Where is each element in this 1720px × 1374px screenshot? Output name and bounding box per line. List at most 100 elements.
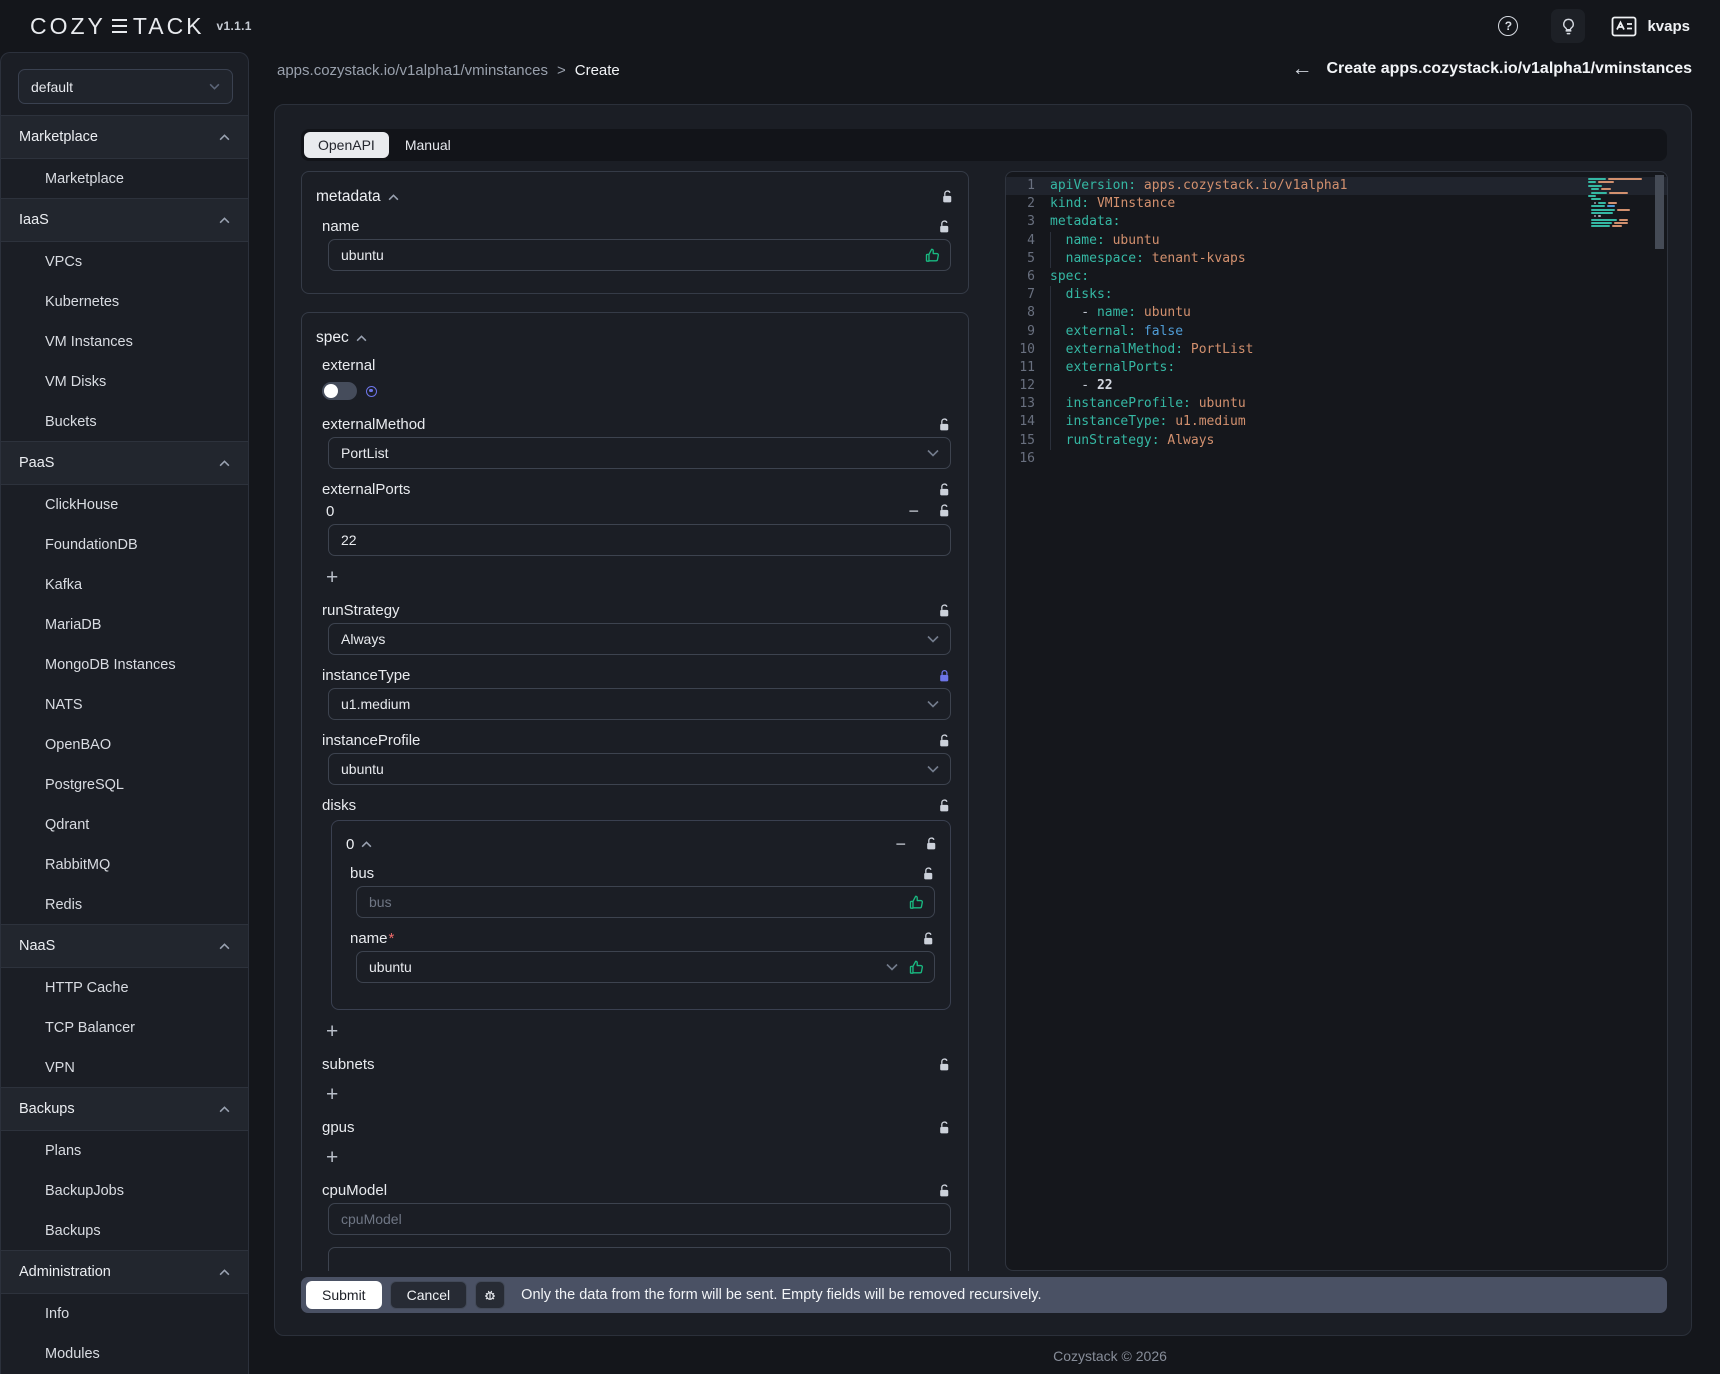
editor-line[interactable]: 5 namespace: tenant-kvaps — [1006, 250, 1667, 268]
breadcrumb-link[interactable]: apps.cozystack.io/v1alpha1/vminstances — [277, 62, 548, 79]
unlock-icon[interactable] — [938, 504, 951, 518]
bus-input[interactable]: bus — [356, 886, 935, 918]
sidebar-item-postgresql[interactable]: PostgreSQL — [1, 765, 248, 805]
editor-line[interactable]: 3 metadata: — [1006, 213, 1667, 231]
sidebar-section-paas[interactable]: PaaS — [1, 441, 248, 485]
sidebar-section-iaas[interactable]: IaaS — [1, 198, 248, 242]
user-menu[interactable]: kvaps — [1611, 16, 1690, 37]
external-toggle[interactable] — [322, 382, 357, 400]
editor-line[interactable]: 6 spec: — [1006, 268, 1667, 286]
editor-line[interactable]: 10 externalMethod: PortList — [1006, 341, 1667, 359]
unlock-icon[interactable] — [938, 418, 951, 432]
sidebar-item-buckets[interactable]: Buckets — [1, 402, 248, 442]
sidebar-section-backups[interactable]: Backups — [1, 1087, 248, 1131]
default-indicator-icon[interactable] — [366, 386, 377, 397]
unlock-icon[interactable] — [922, 932, 935, 946]
sidebar-item-modules[interactable]: Modules — [1, 1334, 248, 1374]
disk-name-select[interactable]: ubuntu — [356, 951, 935, 983]
editor-line[interactable]: 9 external: false — [1006, 323, 1667, 341]
unlock-icon[interactable] — [922, 867, 935, 881]
sidebar-item-vm-disks[interactable]: VM Disks — [1, 362, 248, 402]
unlock-icon[interactable] — [938, 1058, 951, 1072]
sidebar-item-nats[interactable]: NATS — [1, 685, 248, 725]
collapse-chevron-icon[interactable] — [388, 194, 399, 201]
theme-lightbulb-icon[interactable] — [1551, 9, 1585, 43]
sidebar-item-http-cache[interactable]: HTTP Cache — [1, 968, 248, 1008]
sidebar-item-tcp-balancer[interactable]: TCP Balancer — [1, 1008, 248, 1048]
editor-scrollbar[interactable] — [1655, 175, 1664, 249]
sidebar-item-mariadb[interactable]: MariaDB — [1, 605, 248, 645]
editor-lines[interactable]: 1 apiVersion: apps.cozystack.io/v1alpha1… — [1006, 172, 1667, 468]
sidebar-item-rabbitmq[interactable]: RabbitMQ — [1, 845, 248, 885]
sidebar-section-naas[interactable]: NaaS — [1, 924, 248, 968]
add-port-button[interactable]: + — [326, 566, 346, 590]
sidebar-item-clickhouse[interactable]: ClickHouse — [1, 485, 248, 525]
sidebar-item-backupjobs[interactable]: BackupJobs — [1, 1171, 248, 1211]
tab-openapi[interactable]: OpenAPI — [304, 132, 389, 158]
editor-line[interactable]: 8 - name: ubuntu — [1006, 304, 1667, 322]
sidebar-item-redis[interactable]: Redis — [1, 885, 248, 925]
sidebar-item-qdrant[interactable]: Qdrant — [1, 805, 248, 845]
cpuModel-input[interactable]: cpuModel — [328, 1203, 951, 1235]
editor-line[interactable]: 16 — [1006, 450, 1667, 468]
unlock-icon[interactable] — [941, 190, 954, 204]
instanceType-select[interactable]: u1.medium — [328, 688, 951, 720]
sidebar-item-vpn[interactable]: VPN — [1, 1048, 248, 1088]
editor-line[interactable]: 14 instanceType: u1.medium — [1006, 413, 1667, 431]
help-icon[interactable]: ? — [1491, 9, 1525, 43]
unlock-icon[interactable] — [938, 799, 951, 813]
thumbs-up-icon[interactable] — [924, 247, 941, 264]
editor-line[interactable]: 12 - 22 — [1006, 377, 1667, 395]
unlock-icon[interactable] — [925, 837, 938, 851]
editor-line[interactable]: 13 instanceProfile: ubuntu — [1006, 395, 1667, 413]
editor-line[interactable]: 4 name: ubuntu — [1006, 232, 1667, 250]
editor-line[interactable]: 11 externalPorts: — [1006, 359, 1667, 377]
collapse-chevron-icon[interactable] — [356, 335, 367, 342]
editor-minimap[interactable] — [1588, 178, 1650, 232]
sidebar-item-vpcs[interactable]: VPCs — [1, 242, 248, 282]
externalMethod-select[interactable]: PortList — [328, 437, 951, 469]
editor-line[interactable]: 1 apiVersion: apps.cozystack.io/v1alpha1 — [1006, 177, 1667, 195]
thumbs-up-icon[interactable] — [908, 894, 925, 911]
editor-line[interactable]: 2 kind: VMInstance — [1006, 195, 1667, 213]
back-arrow-icon[interactable]: ← — [1291, 58, 1312, 79]
debug-button[interactable] — [475, 1281, 505, 1309]
add-subnet-button[interactable]: + — [326, 1083, 346, 1107]
sidebar-section-marketplace[interactable]: Marketplace — [1, 115, 248, 159]
sidebar-item-foundationdb[interactable]: FoundationDB — [1, 525, 248, 565]
cancel-button[interactable]: Cancel — [390, 1281, 468, 1309]
remove-item-icon[interactable]: − — [908, 502, 919, 520]
sidebar-item-backups[interactable]: Backups — [1, 1211, 248, 1251]
unlock-icon[interactable] — [938, 734, 951, 748]
add-disk-button[interactable]: + — [326, 1020, 346, 1044]
add-gpu-button[interactable]: + — [326, 1146, 346, 1170]
next-field-input-clipped[interactable] — [328, 1247, 951, 1271]
remove-item-icon[interactable]: − — [895, 835, 906, 853]
lock-icon[interactable] — [938, 669, 951, 683]
editor-line[interactable]: 7 disks: — [1006, 286, 1667, 304]
namespace-select[interactable]: default — [18, 69, 233, 104]
editor-line[interactable]: 15 runStrategy: Always — [1006, 432, 1667, 450]
sidebar-item-mongodb-instances[interactable]: MongoDB Instances — [1, 645, 248, 685]
instanceProfile-select[interactable]: ubuntu — [328, 753, 951, 785]
sidebar-item-openbao[interactable]: OpenBAO — [1, 725, 248, 765]
sidebar-item-vm-instances[interactable]: VM Instances — [1, 322, 248, 362]
sidebar-item-kafka[interactable]: Kafka — [1, 565, 248, 605]
runStrategy-select[interactable]: Always — [328, 623, 951, 655]
tab-manual[interactable]: Manual — [391, 132, 465, 158]
submit-button[interactable]: Submit — [306, 1281, 382, 1309]
name-input[interactable]: ubuntu — [328, 239, 951, 271]
sidebar-item-info[interactable]: Info — [1, 1294, 248, 1334]
collapse-chevron-icon[interactable] — [361, 841, 372, 848]
yaml-editor[interactable]: 1 apiVersion: apps.cozystack.io/v1alpha1… — [1005, 171, 1668, 1271]
sidebar-item-kubernetes[interactable]: Kubernetes — [1, 282, 248, 322]
unlock-icon[interactable] — [938, 1121, 951, 1135]
port-input[interactable]: 22 — [328, 524, 951, 556]
sidebar-item-plans[interactable]: Plans — [1, 1131, 248, 1171]
unlock-icon[interactable] — [938, 483, 951, 497]
unlock-icon[interactable] — [938, 220, 951, 234]
unlock-icon[interactable] — [938, 604, 951, 618]
sidebar-item-marketplace[interactable]: Marketplace — [1, 159, 248, 199]
thumbs-up-icon[interactable] — [908, 959, 925, 976]
sidebar-section-administration[interactable]: Administration — [1, 1250, 248, 1294]
